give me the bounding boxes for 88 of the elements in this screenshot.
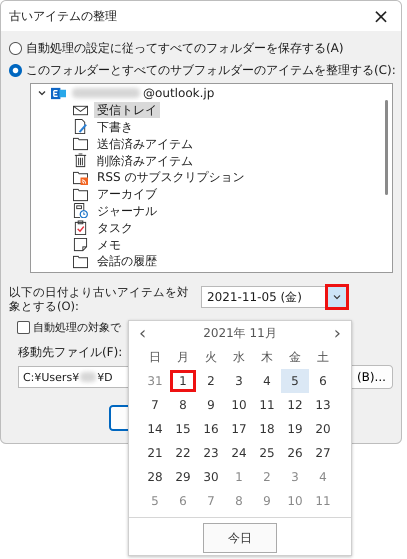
- calendar-day[interactable]: 16: [197, 417, 225, 441]
- option-label: このフォルダーとすべてのサブフォルダーのアイテムを整理する(C):: [26, 62, 396, 78]
- checkbox[interactable]: [17, 320, 30, 334]
- calendar-day[interactable]: 2: [253, 465, 281, 489]
- calendar-day[interactable]: 4: [253, 369, 281, 393]
- calendar-day[interactable]: 12: [281, 393, 309, 417]
- weekday-label: 金: [288, 348, 302, 366]
- option-label: 自動処理の設定に従ってすべてのフォルダーを保存する(A): [26, 40, 344, 56]
- weekday-label: 土: [316, 348, 330, 366]
- calendar-day[interactable]: 7: [197, 489, 225, 513]
- checkbox-label: 自動処理の対象で: [33, 320, 121, 334]
- folder-icon: [73, 186, 88, 202]
- weekday-label: 月: [176, 348, 190, 366]
- close-button[interactable]: ×: [361, 1, 401, 31]
- date-field[interactable]: 2021-11-05 (金): [201, 286, 347, 308]
- draft-icon: [73, 119, 88, 134]
- calendar-day[interactable]: 11: [309, 489, 337, 513]
- folder-item[interactable]: 送信済みアイテム: [94, 136, 196, 152]
- exchange-icon: [51, 86, 66, 101]
- folder-item[interactable]: 削除済みアイテム: [94, 152, 196, 169]
- calendar-day[interactable]: 19: [281, 417, 309, 441]
- folder-item[interactable]: 会話の履歴: [94, 253, 160, 270]
- folder-icon: [73, 254, 88, 269]
- calendar-day[interactable]: 4: [309, 465, 337, 489]
- calendar-day[interactable]: 18: [253, 417, 281, 441]
- folder-item[interactable]: アーカイブ: [94, 186, 160, 202]
- folder-icon: [73, 136, 88, 152]
- calendar-day[interactable]: 8: [169, 393, 197, 417]
- calendar-day[interactable]: 24: [225, 441, 253, 465]
- month-title[interactable]: 2021年 11月: [203, 324, 277, 342]
- previous-month-button[interactable]: ‹: [135, 322, 150, 344]
- note-icon: [73, 237, 88, 252]
- calendar-day[interactable]: 15: [169, 417, 197, 441]
- calendar-day[interactable]: 28: [141, 465, 169, 489]
- calendar-day[interactable]: 11: [253, 393, 281, 417]
- calendar-day[interactable]: 20: [309, 417, 337, 441]
- calendar-day[interactable]: 1: [169, 369, 197, 393]
- chevron-icon: [332, 292, 342, 302]
- calendar-day[interactable]: 13: [309, 393, 337, 417]
- calendar-day[interactable]: 3: [281, 465, 309, 489]
- trash-icon: [73, 153, 88, 168]
- calendar-day[interactable]: 8: [225, 489, 253, 513]
- task-icon: [73, 220, 88, 236]
- calendar-day[interactable]: 2: [197, 369, 225, 393]
- calendar-day[interactable]: 17: [225, 417, 253, 441]
- calendar-day[interactable]: 7: [141, 393, 169, 417]
- calendar-day[interactable]: 21: [141, 441, 169, 465]
- calendar-day[interactable]: 6: [169, 489, 197, 513]
- folder-item[interactable]: RSS のサブスクリプション: [94, 169, 248, 186]
- calendar-day[interactable]: 23: [197, 441, 225, 465]
- calendar-day[interactable]: 27: [309, 441, 337, 465]
- weekday-label: 日: [148, 348, 162, 366]
- radio-button[interactable]: [9, 64, 22, 76]
- calendar-day[interactable]: 26: [281, 441, 309, 465]
- folder-item[interactable]: 受信トレイ: [94, 102, 160, 118]
- folder-item[interactable]: 下書き: [94, 118, 136, 135]
- rss-folder-icon: [73, 170, 88, 185]
- journal-icon: [73, 203, 88, 218]
- calendar-day[interactable]: 10: [281, 489, 309, 513]
- calendar-day[interactable]: 10: [225, 393, 253, 417]
- account-label[interactable]: @outlook.jp: [140, 85, 218, 102]
- calendar-day[interactable]: 9: [197, 393, 225, 417]
- folder-item[interactable]: メモ: [94, 236, 124, 253]
- weekday-label: 火: [204, 348, 218, 366]
- calendar-day[interactable]: 9: [253, 489, 281, 513]
- calendar-day[interactable]: 25: [253, 441, 281, 465]
- radio-button[interactable]: [9, 42, 22, 54]
- today-button[interactable]: 今日: [203, 523, 277, 553]
- calendar-day[interactable]: 14: [141, 417, 169, 441]
- scrollbar[interactable]: [385, 100, 388, 195]
- folder-item[interactable]: タスク: [94, 220, 136, 236]
- calendar-day[interactable]: 3: [225, 369, 253, 393]
- weekday-label: 水: [232, 348, 246, 366]
- calendar-day[interactable]: 1: [225, 465, 253, 489]
- calendar-day[interactable]: 29: [169, 465, 197, 489]
- folder-item[interactable]: ジャーナル: [94, 202, 160, 219]
- calendar-day[interactable]: 5: [281, 369, 309, 393]
- calendar-day[interactable]: 5: [141, 489, 169, 513]
- window-title: 古いアイテムの整理: [9, 8, 117, 24]
- weekday-label: 木: [260, 348, 274, 366]
- calendar-day[interactable]: 22: [169, 441, 197, 465]
- calendar-day[interactable]: 31: [141, 369, 169, 393]
- calendar-day[interactable]: 30: [197, 465, 225, 489]
- blurred-text: [72, 88, 140, 98]
- next-month-button[interactable]: ›: [330, 322, 345, 344]
- date-label: 以下の日付より古いアイテムを対象とする(O):: [9, 285, 190, 313]
- destination-label: 移動先ファイル(F):: [18, 344, 122, 361]
- dropdown-button[interactable]: [328, 287, 346, 307]
